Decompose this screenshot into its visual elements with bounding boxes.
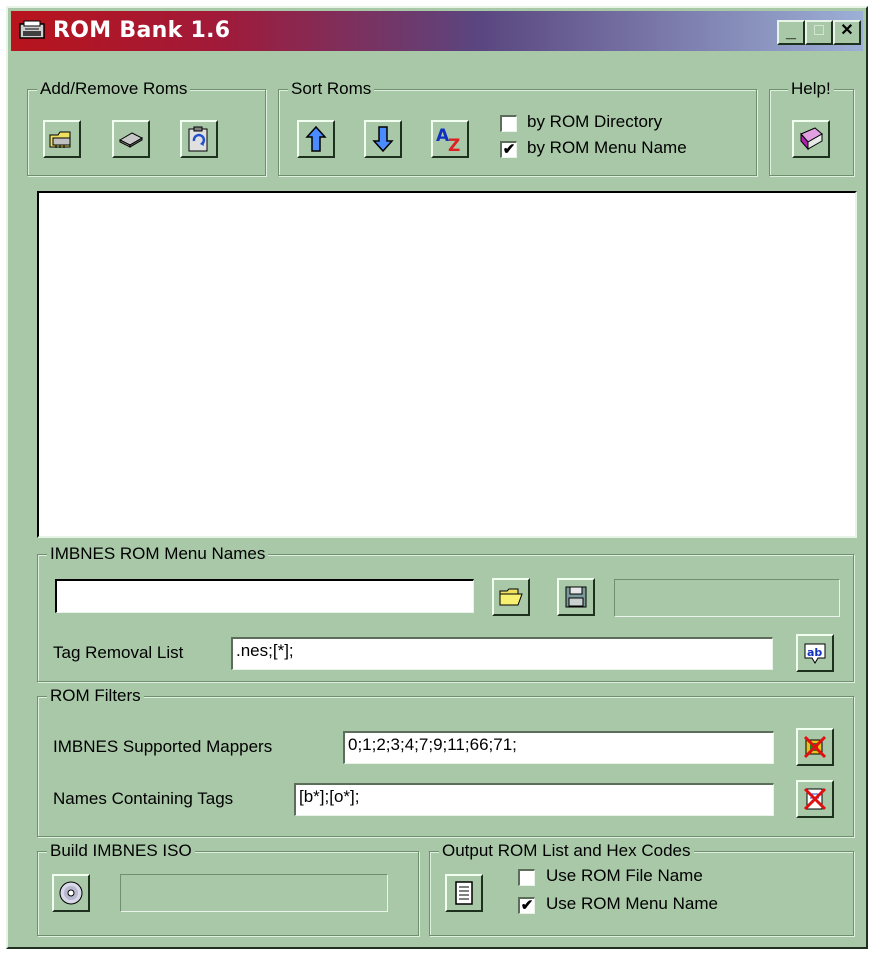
maximize-button[interactable]: □ xyxy=(805,20,833,45)
sort-by-menu-name-checkbox[interactable]: ✔ xyxy=(500,141,517,158)
rom-filters-group: ROM Filters IMBNES Supported Mappers 0;1… xyxy=(37,686,854,837)
add-remove-roms-legend: Add/Remove Roms xyxy=(37,79,191,99)
build-iso-status-field xyxy=(120,874,388,912)
use-menu-name-label[interactable]: Use ROM Menu Name xyxy=(546,894,718,914)
filter-names-button[interactable] xyxy=(796,780,834,818)
menu-names-group: IMBNES ROM Menu Names Tag Removal List .… xyxy=(37,544,854,682)
move-up-button[interactable] xyxy=(297,120,335,158)
close-button[interactable]: ✕ xyxy=(833,20,861,45)
build-iso-button[interactable] xyxy=(52,874,90,912)
menu-names-path-input[interactable] xyxy=(55,579,474,613)
sort-by-directory-label[interactable]: by ROM Directory xyxy=(527,112,662,132)
move-down-button[interactable] xyxy=(364,120,402,158)
menu-names-legend: IMBNES ROM Menu Names xyxy=(47,544,269,564)
sort-alpha-button[interactable]: A Z xyxy=(431,120,469,158)
use-file-name-label[interactable]: Use ROM File Name xyxy=(546,866,703,886)
filter-doc-cross-icon xyxy=(803,787,827,811)
help-group: Help! xyxy=(769,79,854,176)
build-iso-legend: Build IMBNES ISO xyxy=(47,841,195,861)
mappers-label: IMBNES Supported Mappers xyxy=(53,737,273,756)
sort-az-icon: A Z xyxy=(436,126,460,153)
chip-icon xyxy=(118,132,144,148)
clipboard-refresh-icon xyxy=(188,126,208,152)
save-menu-names-button[interactable] xyxy=(557,578,595,616)
sort-by-menu-name-label[interactable]: by ROM Menu Name xyxy=(527,138,687,158)
sort-roms-legend: Sort Roms xyxy=(288,79,375,99)
floppy-disk-icon xyxy=(565,586,587,608)
sort-roms-group: Sort Roms A Z by ROM Directory ✔ by ROM … xyxy=(278,79,757,176)
rom-filters-legend: ROM Filters xyxy=(47,686,144,706)
rom-list[interactable] xyxy=(37,191,857,538)
add-remove-roms-group: Add/Remove Roms xyxy=(27,79,266,176)
folder-open-icon xyxy=(499,588,523,606)
build-iso-group: Build IMBNES ISO xyxy=(37,841,419,936)
tag-removal-label: Tag Removal List xyxy=(53,643,184,662)
filter-chip-cross-icon xyxy=(803,735,827,759)
tag-removal-input[interactable]: .nes;[*]; xyxy=(231,637,773,670)
app-icon xyxy=(18,20,48,47)
folder-chip-icon xyxy=(49,131,71,148)
apply-tag-removal-button[interactable]: ab xyxy=(796,634,834,672)
svg-text:Z: Z xyxy=(448,136,460,153)
title-bar[interactable]: ROM Bank 1.6 _ □ ✕ xyxy=(11,11,863,51)
help-book-icon xyxy=(800,127,823,151)
output-group: Output ROM List and Hex Codes Use ROM Fi… xyxy=(429,841,854,936)
help-button[interactable] xyxy=(792,120,830,158)
menu-names-status-field xyxy=(614,579,840,617)
names-tags-label: Names Containing Tags xyxy=(53,789,234,808)
window-title: ROM Bank 1.6 xyxy=(53,18,231,43)
output-list-button[interactable] xyxy=(445,874,483,912)
arrow-down-icon xyxy=(372,126,394,153)
mappers-input[interactable]: 0;1;2;3;4;7;9;11;66;71; xyxy=(343,731,774,764)
text-document-icon xyxy=(455,881,473,905)
filter-mappers-button[interactable] xyxy=(796,728,834,766)
open-menu-names-button[interactable] xyxy=(492,578,530,616)
minimize-button[interactable]: _ xyxy=(777,20,805,45)
output-legend: Output ROM List and Hex Codes xyxy=(439,841,694,861)
use-menu-name-checkbox[interactable]: ✔ xyxy=(518,897,535,914)
sort-by-directory-checkbox[interactable] xyxy=(500,115,517,132)
use-file-name-checkbox[interactable] xyxy=(518,869,535,886)
text-edit-icon: ab xyxy=(804,643,826,664)
names-tags-input[interactable]: [b*];[o*]; xyxy=(294,783,774,816)
rom-bank-window: ROM Bank 1.6 _ □ ✕ Add/Remove Roms Sort … xyxy=(6,6,868,949)
add-rom-folder-button[interactable] xyxy=(43,120,81,158)
cd-disc-icon xyxy=(59,881,83,905)
help-legend: Help! xyxy=(788,79,834,99)
remove-roms-button[interactable] xyxy=(180,120,218,158)
svg-text:ab: ab xyxy=(807,646,822,659)
add-rom-chip-button[interactable] xyxy=(112,120,150,158)
arrow-up-icon xyxy=(305,125,327,152)
